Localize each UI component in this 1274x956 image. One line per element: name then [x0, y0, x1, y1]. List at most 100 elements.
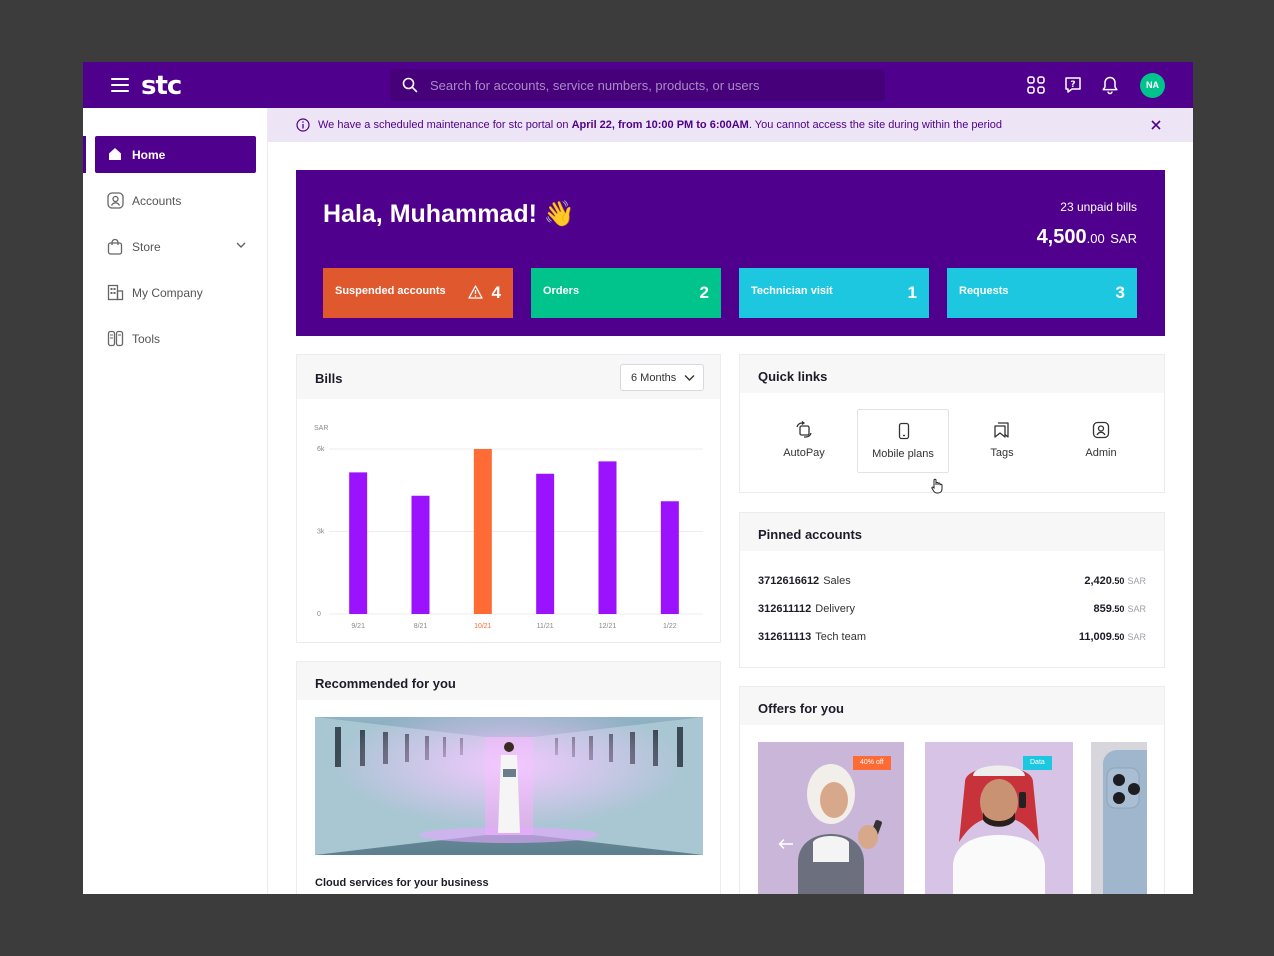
sidebar-item-accounts[interactable]: Accounts [95, 182, 256, 219]
recommended-caption: Cloud services for your business [315, 877, 489, 889]
close-icon[interactable] [1150, 119, 1162, 131]
account-name: Tech team [815, 631, 866, 643]
top-bar: stc ? NA [83, 62, 1193, 108]
sidebar-item-label: Store [132, 240, 161, 254]
account-number: 3712616612 [758, 575, 820, 587]
offer-card[interactable] [1091, 742, 1147, 894]
admin-icon [1092, 421, 1110, 439]
tools-icon [107, 330, 124, 347]
offers-card: Offers for you 40% off Data [739, 686, 1165, 894]
account-balance: 11,009.50 SAR [1078, 631, 1146, 643]
x-tick-label: 9/21 [351, 623, 365, 630]
quick-link-admin[interactable]: Admin [1055, 409, 1147, 473]
stat-value: 1 [907, 283, 917, 302]
account-balance: 859.50 SAR [1093, 603, 1146, 615]
stat-requests[interactable]: Requests 3 [947, 268, 1137, 318]
building-icon [107, 284, 124, 301]
card-header: Pinned accounts [740, 513, 1164, 551]
y-tick-label: 6k [317, 446, 325, 453]
bar [411, 495, 430, 614]
arrow-left-icon[interactable] [778, 838, 794, 850]
banner-text: We have a scheduled maintenance for stc … [318, 119, 1003, 131]
hand-cursor-icon [931, 478, 943, 494]
account-balance: 2,420.50 SAR [1084, 575, 1146, 587]
quick-links-card: Quick links AutoPay Mobile plans Tags Ad… [739, 354, 1165, 494]
quick-links-title: Quick links [758, 369, 828, 384]
quick-link-tags[interactable]: Tags [956, 409, 1048, 473]
menu-icon[interactable] [111, 78, 129, 92]
offer-badge: 40% off [853, 756, 891, 770]
sidebar-item-label: My Company [132, 286, 203, 300]
stat-suspended-accounts[interactable]: Suspended accounts 4 [323, 268, 513, 318]
sidebar-item-label: Accounts [132, 194, 182, 208]
user-icon [107, 192, 124, 209]
x-tick-label: 12/21 [599, 623, 617, 630]
offer-card[interactable]: 40% off [758, 742, 904, 894]
notification-bell-icon[interactable] [1100, 75, 1120, 95]
stat-label: Orders [543, 285, 580, 297]
stat-technician-visit[interactable]: Technician visit 1 [739, 268, 929, 318]
search-bar[interactable] [390, 69, 885, 101]
bag-icon [107, 238, 123, 255]
y-axis-label: SAR [314, 425, 328, 432]
unpaid-bills-label[interactable]: 23 unpaid bills [1060, 200, 1137, 214]
help-chat-icon[interactable]: ? [1063, 75, 1083, 95]
bills-chart: SAR 0 3k 6k 9/21 8/21 10/21 11/21 12/21 1/22 [314, 425, 703, 630]
pinned-account-row[interactable]: 312611113 Tech team 11,009.50 SAR [758, 631, 1146, 647]
account-number: 312611112 [758, 603, 812, 615]
apps-grid-icon[interactable] [1026, 75, 1046, 95]
quick-link-label: Tags [990, 447, 1014, 459]
chevron-down-icon [684, 375, 695, 381]
card-header: Quick links [740, 355, 1164, 393]
offers-title: Offers for you [758, 701, 844, 716]
pinned-account-row[interactable]: 3712616612 Sales 2,420.50 SAR [758, 575, 1146, 591]
search-icon [402, 77, 418, 93]
card-header: Recommended for you [297, 662, 720, 700]
stc-logo[interactable]: stc [141, 71, 182, 101]
sidebar-item-tools[interactable]: Tools [95, 320, 256, 357]
chevron-down-icon [236, 242, 246, 248]
quick-link-mobile-plans[interactable]: Mobile plans [857, 409, 949, 473]
sidebar-item-home[interactable]: Home [95, 136, 256, 173]
pinned-accounts-card: Pinned accounts 3712616612 Sales 2,420.50… [739, 512, 1165, 668]
x-tick-label: 11/21 [537, 623, 554, 630]
stat-label: Suspended accounts [335, 285, 446, 297]
bills-title: Bills [315, 371, 343, 386]
bar [536, 473, 555, 614]
search-input[interactable] [430, 69, 870, 101]
sidebar-item-label: Tools [132, 332, 161, 346]
bar [598, 461, 617, 614]
period-dropdown[interactable]: 6 Months [620, 364, 704, 391]
greeting-title: Hala, Muhammad! 👋 [323, 200, 576, 228]
home-icon [109, 148, 121, 160]
tags-icon [994, 422, 1009, 438]
x-tick-label: 8/21 [414, 623, 428, 630]
card-header: Bills 6 Months [297, 355, 720, 399]
bar [349, 472, 368, 614]
sidebar-item-my-company[interactable]: My Company [95, 274, 256, 311]
sidebar-item-label: Home [132, 148, 166, 162]
stat-label: Technician visit [751, 285, 833, 297]
x-tick-label: 10/21 [474, 623, 492, 630]
offer-card[interactable]: Data [925, 742, 1073, 894]
stat-orders[interactable]: Orders 2 [531, 268, 721, 318]
warning-icon [468, 285, 483, 299]
offer-badge: Data [1023, 756, 1052, 770]
bar [473, 449, 492, 614]
active-indicator [83, 136, 86, 173]
quick-link-label: Mobile plans [872, 448, 934, 460]
recommended-title: Recommended for you [315, 676, 456, 691]
account-name: Delivery [815, 603, 855, 615]
user-avatar[interactable]: NA [1140, 73, 1165, 98]
quick-link-autopay[interactable]: AutoPay [758, 409, 850, 473]
stat-value: 3 [1115, 283, 1125, 302]
pinned-account-row[interactable]: 312611112 Delivery 859.50 SAR [758, 603, 1146, 619]
sidebar-item-store[interactable]: Store [95, 228, 256, 265]
period-value: 6 Months [631, 372, 677, 384]
app-window: stc ? NA Home Accounts Store My Company [83, 62, 1193, 894]
stat-value: 4 [491, 283, 501, 302]
bar [660, 501, 679, 614]
bills-card: Bills 6 Months SAR 0 3k 6k 9/21 8/21 10/21 11/2… [296, 354, 721, 643]
recommended-image[interactable] [315, 717, 703, 855]
mobile-icon [898, 422, 910, 440]
